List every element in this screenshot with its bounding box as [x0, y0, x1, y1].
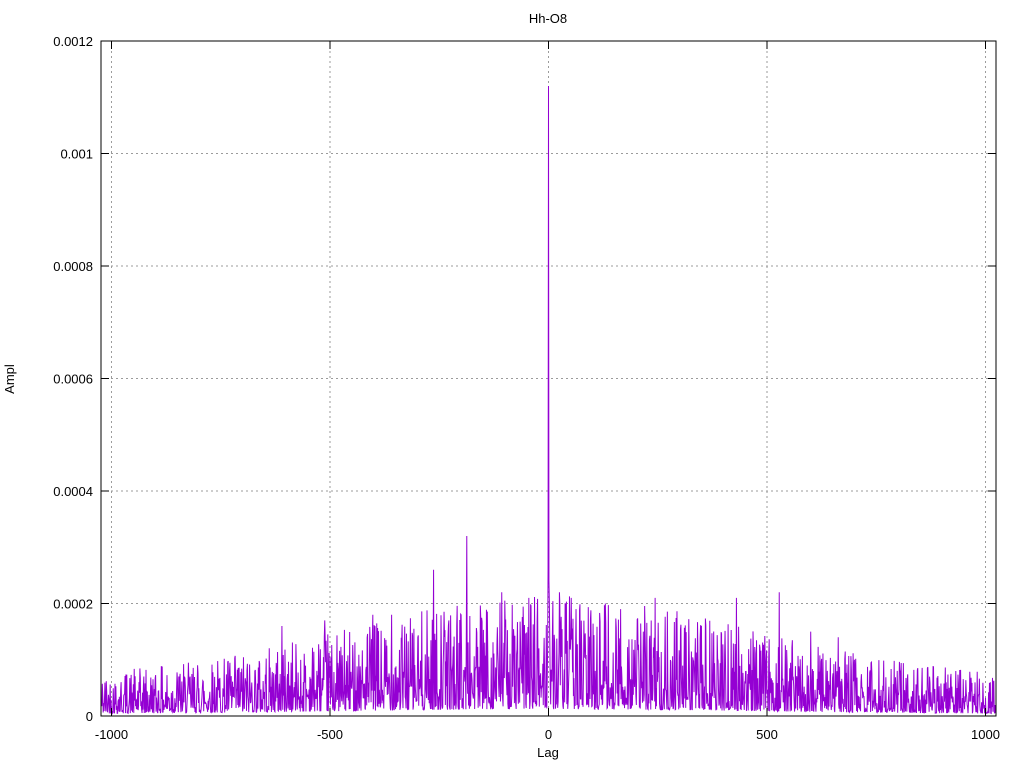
- x-axis-title: Lag: [537, 745, 559, 760]
- y-tick-label: 0.0006: [53, 372, 93, 387]
- y-tick-label: 0.0012: [53, 34, 93, 49]
- x-tick-label: 500: [756, 727, 778, 742]
- y-tick-label: 0.0002: [53, 597, 93, 612]
- x-tick-label: 0: [545, 727, 552, 742]
- y-tick-label: 0: [86, 709, 93, 724]
- y-axis-title: Ampl: [2, 364, 17, 394]
- y-tick-label: 0.0004: [53, 484, 93, 499]
- x-tick-label: -500: [317, 727, 343, 742]
- y-tick-label: 0.001: [60, 147, 93, 162]
- correlation-chart: -1000 -500 0 500 1000 0 0.0002 0.0004 0.0006 0.00…: [0, 0, 1024, 768]
- chart-title: Hh-O8: [529, 11, 567, 26]
- x-tick-label: -1000: [95, 727, 128, 742]
- plot-window: -1000 -500 0 500 1000 0 0.0002 0.0004 0.0006 0.00…: [0, 0, 1024, 768]
- y-tick-label: 0.0008: [53, 259, 93, 274]
- x-tick-label: 1000: [971, 727, 1000, 742]
